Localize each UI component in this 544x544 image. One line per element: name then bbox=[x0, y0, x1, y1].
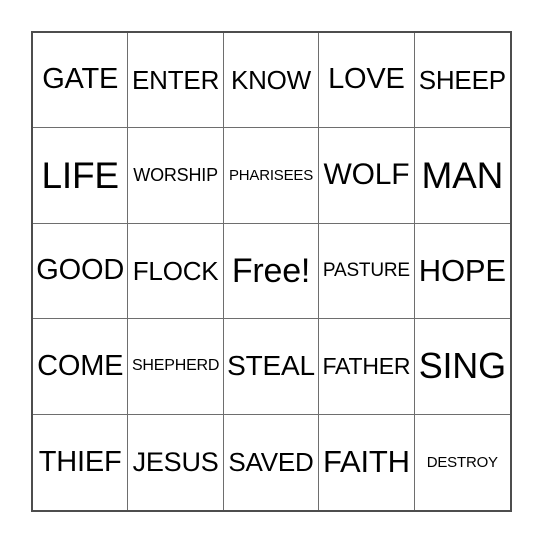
bingo-cell-label: GATE bbox=[42, 63, 119, 96]
bingo-cell[interactable]: STEAL bbox=[223, 319, 320, 415]
bingo-cell-label: LOVE bbox=[328, 63, 405, 96]
bingo-cell[interactable]: ENTER bbox=[128, 33, 224, 129]
bingo-cell-label: WOLF bbox=[323, 158, 410, 192]
bingo-cell-label: PASTURE bbox=[322, 260, 410, 282]
bingo-cell-label: SAVED bbox=[228, 447, 314, 478]
bingo-cell-label: FAITH bbox=[322, 444, 410, 480]
bingo-cell[interactable]: SING bbox=[414, 319, 510, 415]
bingo-cell[interactable]: WOLF bbox=[319, 128, 415, 224]
bingo-cell-label: FLOCK bbox=[132, 255, 219, 286]
bingo-card: GATE ENTER KNOW LOVE SHEEP LIFE WORSHIP PHARISE… bbox=[0, 0, 544, 544]
bingo-cell[interactable]: KNOW bbox=[223, 33, 320, 129]
bingo-cell[interactable]: MAN bbox=[414, 128, 510, 224]
bingo-cell-label: LIFE bbox=[41, 154, 120, 196]
bingo-cell[interactable]: WORSHIP bbox=[128, 128, 224, 224]
bingo-cell-label: SHEEP bbox=[418, 64, 506, 95]
bingo-cell[interactable]: HOPE bbox=[414, 223, 510, 320]
bingo-cell-label: MAN bbox=[421, 154, 504, 196]
bingo-cell-label: PHARISEES bbox=[228, 166, 314, 184]
bingo-grid: GATE ENTER KNOW LOVE SHEEP LIFE WORSHIP PHARISE… bbox=[31, 31, 512, 512]
bingo-cell-label: KNOW bbox=[230, 64, 312, 95]
bingo-cell[interactable]: FAITH bbox=[319, 414, 415, 510]
bingo-cell-label: ENTER bbox=[132, 64, 220, 95]
bingo-cell[interactable]: GOOD bbox=[33, 223, 129, 320]
bingo-cell[interactable]: PASTURE bbox=[319, 223, 415, 320]
bingo-cell-label: THIEF bbox=[38, 445, 122, 478]
bingo-cell[interactable]: FLOCK bbox=[128, 223, 224, 320]
bingo-cell[interactable]: SAVED bbox=[223, 414, 320, 510]
bingo-cell[interactable]: SHEPHERD bbox=[128, 319, 224, 415]
bingo-cell[interactable]: JESUS bbox=[128, 414, 224, 510]
bingo-cell[interactable]: LOVE bbox=[319, 33, 415, 129]
bingo-cell-label: FATHER bbox=[322, 352, 411, 379]
bingo-cell-label: DESTROY bbox=[426, 453, 498, 471]
bingo-cell-label: SHEPHERD bbox=[131, 357, 220, 375]
bingo-cell-free[interactable]: Free! bbox=[223, 223, 320, 320]
bingo-cell[interactable]: DESTROY bbox=[414, 414, 510, 510]
bingo-cell-label: SING bbox=[418, 345, 506, 387]
bingo-cell-label: WORSHIP bbox=[133, 165, 218, 186]
bingo-cell-label: COME bbox=[37, 349, 124, 382]
bingo-cell-label: HOPE bbox=[418, 253, 506, 289]
bingo-cell-label: Free! bbox=[231, 251, 311, 290]
bingo-cell-label: JESUS bbox=[132, 446, 219, 477]
bingo-cell[interactable]: GATE bbox=[33, 33, 129, 129]
bingo-cell[interactable]: THIEF bbox=[33, 414, 129, 510]
bingo-cell-label: GOOD bbox=[36, 254, 125, 287]
bingo-cell-label: STEAL bbox=[227, 350, 315, 382]
bingo-cell[interactable]: COME bbox=[33, 319, 129, 415]
bingo-cell[interactable]: FATHER bbox=[319, 319, 415, 415]
bingo-cell[interactable]: PHARISEES bbox=[223, 128, 320, 224]
bingo-cell[interactable]: LIFE bbox=[33, 128, 129, 224]
bingo-cell[interactable]: SHEEP bbox=[414, 33, 510, 129]
